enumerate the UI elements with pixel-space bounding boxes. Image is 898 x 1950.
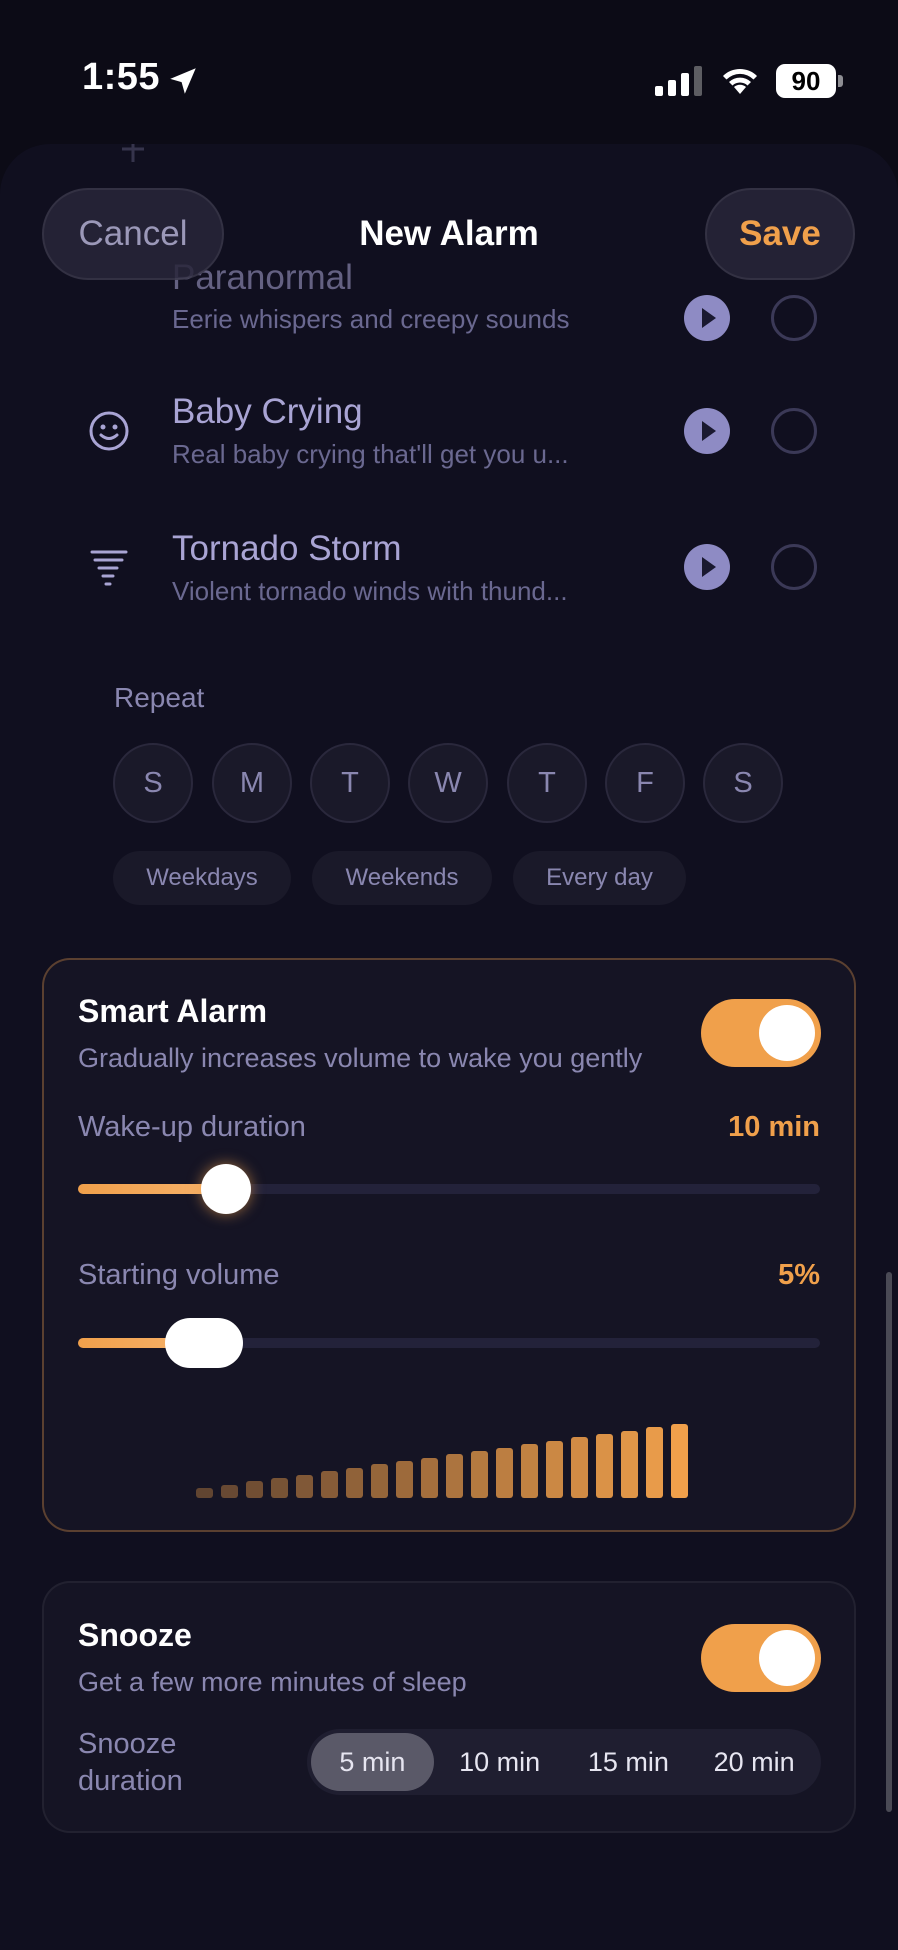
day-toggle-thursday[interactable]: T: [507, 743, 587, 823]
day-toggle-monday[interactable]: M: [212, 743, 292, 823]
day-toggle-sunday[interactable]: S: [113, 743, 193, 823]
volume-ramp-bar: [471, 1450, 488, 1498]
volume-ramp-bar: [346, 1467, 363, 1498]
snooze-option-20-min[interactable]: 20 min: [691, 1733, 817, 1791]
volume-ramp-bar: [571, 1437, 588, 1498]
snooze-duration-segmented-control: 5 min 10 min 15 min 20 min: [307, 1729, 821, 1795]
day-toggle-tuesday[interactable]: T: [310, 743, 390, 823]
scroll-indicator[interactable]: [886, 1272, 892, 1812]
snooze-title: Snooze: [78, 1617, 192, 1653]
repeat-label: Repeat: [114, 682, 205, 713]
volume-ramp-bar: [221, 1484, 238, 1498]
battery-level: 90: [776, 64, 836, 98]
smiley-icon: [89, 411, 129, 451]
sound-select-radio[interactable]: [771, 295, 817, 341]
volume-ramp-bar: [421, 1457, 438, 1498]
sound-desc: Violent tornado winds with thund...: [172, 576, 568, 606]
sound-desc: Real baby crying that'll get you u...: [172, 439, 569, 469]
play-preview-button[interactable]: [684, 408, 730, 454]
volume-ramp-bar: [246, 1481, 263, 1498]
snooze-option-15-min[interactable]: 15 min: [565, 1733, 691, 1791]
volume-ramp-bar: [596, 1434, 613, 1498]
play-preview-button[interactable]: [684, 544, 730, 590]
starting-volume-value: 5%: [778, 1259, 820, 1291]
battery-indicator: 90: [776, 64, 843, 98]
preset-weekdays-button[interactable]: Weekdays: [113, 851, 291, 905]
tornado-icon: [90, 550, 128, 586]
save-button[interactable]: Save: [705, 188, 855, 280]
preset-weekends-button[interactable]: Weekends: [312, 851, 492, 905]
location-arrow-icon: [170, 68, 196, 94]
snooze-option-10-min[interactable]: 10 min: [434, 1733, 566, 1791]
wake-duration-value: 10 min: [728, 1111, 820, 1143]
smart-alarm-title: Smart Alarm: [78, 993, 268, 1029]
sound-icon-partial: [118, 144, 148, 164]
wake-duration-slider-track[interactable]: [78, 1184, 820, 1194]
starting-volume-label: Starting volume: [78, 1259, 280, 1291]
volume-ramp-bar: [646, 1427, 663, 1498]
day-toggle-wednesday[interactable]: W: [408, 743, 488, 823]
starting-volume-slider-thumb[interactable]: [165, 1318, 244, 1368]
smart-alarm-toggle[interactable]: [701, 999, 821, 1067]
snooze-toggle[interactable]: [701, 1624, 821, 1692]
volume-ramp-visualization: [196, 1424, 702, 1498]
volume-ramp-bar: [321, 1471, 338, 1498]
volume-ramp-bar: [496, 1447, 513, 1498]
sound-name: Tornado Storm: [172, 529, 402, 568]
volume-ramp-bar: [521, 1444, 538, 1498]
snooze-option-5-min[interactable]: 5 min: [311, 1733, 434, 1791]
sound-desc: Eerie whispers and creepy sounds: [172, 304, 570, 334]
volume-ramp-bar: [621, 1430, 638, 1498]
volume-ramp-bar: [271, 1477, 288, 1498]
day-toggle-saturday[interactable]: S: [703, 743, 783, 823]
preset-every-day-button[interactable]: Every day: [513, 851, 686, 905]
day-toggle-friday[interactable]: F: [605, 743, 685, 823]
snooze-duration-label: Snooze duration: [78, 1728, 183, 1797]
volume-ramp-bar: [196, 1488, 213, 1498]
volume-ramp-bar: [396, 1461, 413, 1498]
volume-ramp-bar: [371, 1464, 388, 1498]
sound-name: Baby Crying: [172, 392, 363, 431]
volume-ramp-bar: [546, 1440, 563, 1498]
wifi-icon: [723, 68, 757, 94]
play-preview-button[interactable]: [684, 295, 730, 341]
volume-ramp-bar: [446, 1454, 463, 1498]
cellular-signal-icon: [655, 66, 702, 96]
status-time: 1:55: [82, 56, 161, 98]
volume-ramp-bar: [671, 1424, 688, 1498]
sound-select-radio[interactable]: [771, 408, 817, 454]
volume-ramp-bar: [296, 1474, 313, 1498]
wake-duration-label: Wake-up duration: [78, 1111, 306, 1143]
snooze-subtitle: Get a few more minutes of sleep: [78, 1667, 467, 1697]
smart-alarm-subtitle: Gradually increases volume to wake you g…: [78, 1043, 643, 1073]
sound-select-radio[interactable]: [771, 544, 817, 590]
